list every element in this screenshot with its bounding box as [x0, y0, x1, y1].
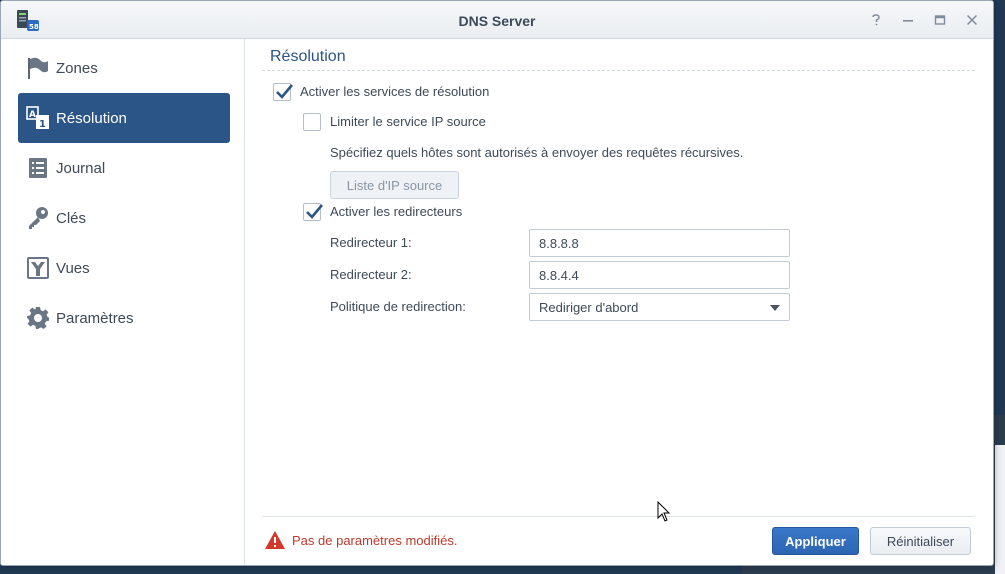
minimize-icon[interactable] — [899, 11, 917, 29]
sidebar-item-label: Paramètres — [56, 310, 134, 327]
sidebar-item-label: Journal — [56, 160, 106, 177]
apply-button[interactable]: Appliquer — [772, 527, 859, 555]
limit-source-label[interactable]: Limiter le service IP source — [330, 114, 486, 129]
sidebar-item-label: Clés — [56, 210, 87, 227]
warning-icon — [264, 530, 286, 550]
status-message: Pas de paramètres modifiés. — [292, 533, 458, 548]
svg-text:A: A — [29, 110, 36, 120]
sidebar: Zones A1 Résolution Journal Clés Vues Pa… — [1, 39, 245, 565]
sidebar-item-label: Vues — [56, 260, 90, 277]
reset-button[interactable]: Réinitialiser — [870, 527, 971, 555]
source-ip-list-button[interactable]: Liste d'IP source — [330, 171, 459, 199]
key-icon — [26, 206, 50, 230]
help-icon[interactable] — [867, 11, 885, 29]
sidebar-item-zones[interactable]: Zones — [18, 43, 230, 93]
limit-source-hint: Spécifiez quels hôtes sont autorisés à e… — [330, 145, 744, 160]
window-title: DNS Server — [458, 13, 536, 29]
forwarder-1-input[interactable]: 8.8.8.8 — [529, 229, 790, 257]
views-icon — [26, 256, 50, 280]
section-title: Résolution — [270, 48, 346, 65]
maximize-icon[interactable] — [931, 11, 949, 29]
sidebar-item-label: Zones — [56, 60, 98, 77]
close-icon[interactable] — [963, 11, 981, 29]
svg-text:1: 1 — [39, 119, 46, 130]
checkmark-icon — [276, 84, 293, 99]
forwarding-policy-value: Rediriger d'abord — [539, 299, 639, 315]
chevron-down-icon — [770, 305, 780, 311]
flag-icon — [26, 56, 50, 80]
forwarder-2-label: Redirecteur 2: — [330, 267, 412, 282]
sidebar-item-parameters[interactable]: Paramètres — [18, 293, 230, 343]
forwarding-policy-label: Politique de redirection: — [330, 299, 466, 314]
log-icon — [26, 156, 50, 180]
sidebar-item-label: Résolution — [56, 110, 127, 127]
enable-forwarders-checkbox[interactable] — [303, 203, 323, 221]
sidebar-item-journal[interactable]: Journal — [18, 143, 230, 193]
dns-server-window: 58 DNS Server Zones A1 Résolution Journa… — [0, 0, 994, 566]
forwarder-2-value: 8.8.4.4 — [539, 267, 579, 283]
enable-resolution-label[interactable]: Activer les services de résolution — [300, 84, 489, 99]
checkmark-icon — [306, 204, 323, 219]
background-window-panel — [995, 445, 1005, 574]
enable-forwarders-label[interactable]: Activer les redirecteurs — [330, 204, 462, 219]
forwarder-2-input[interactable]: 8.8.4.4 — [529, 261, 790, 289]
section-divider — [262, 70, 975, 71]
resolution-icon: A1 — [26, 106, 50, 130]
enable-resolution-checkbox[interactable] — [273, 83, 293, 101]
forwarding-policy-select[interactable]: Rediriger d'abord — [529, 293, 790, 321]
title-bar[interactable]: 58 DNS Server — [1, 1, 993, 39]
forwarder-1-label: Redirecteur 1: — [330, 235, 412, 250]
main-content: Résolution Activer les services de résol… — [246, 39, 993, 565]
footer-divider — [262, 516, 975, 517]
forwarder-1-value: 8.8.8.8 — [539, 235, 579, 251]
sidebar-item-resolution[interactable]: A1 Résolution — [18, 93, 230, 143]
gear-icon — [26, 306, 50, 330]
sidebar-item-keys[interactable]: Clés — [18, 193, 230, 243]
mouse-cursor-icon — [657, 501, 671, 522]
sidebar-item-views[interactable]: Vues — [18, 243, 230, 293]
limit-source-checkbox[interactable] — [303, 113, 321, 131]
